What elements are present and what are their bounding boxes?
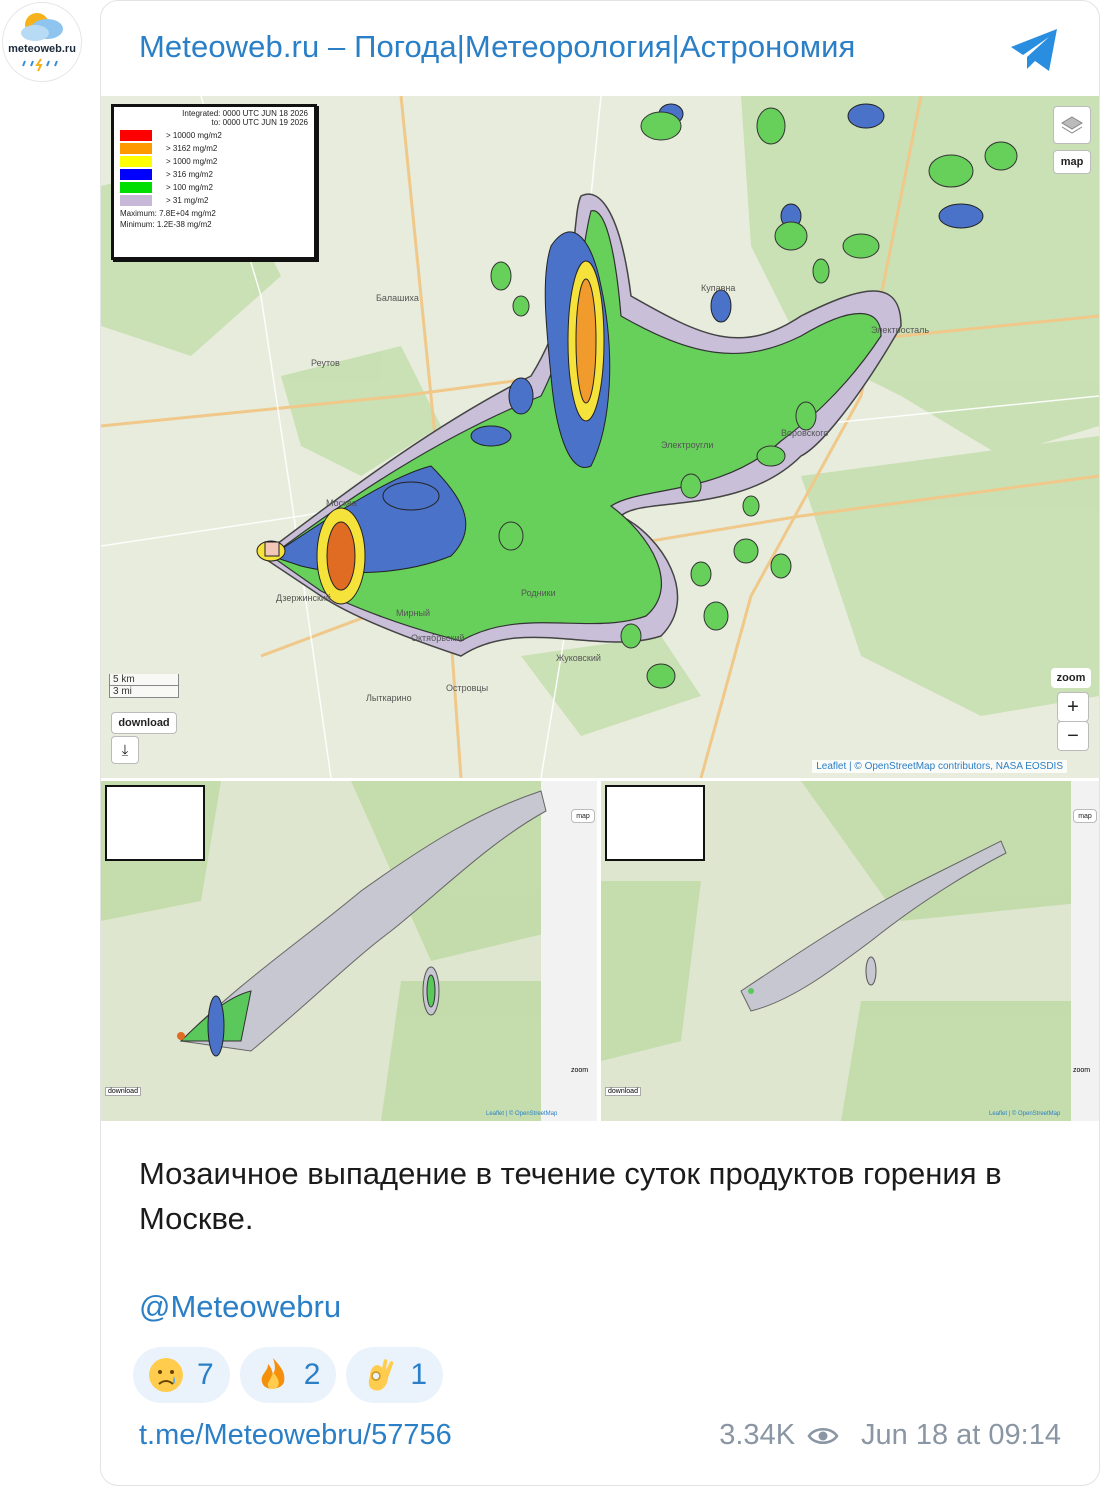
post-card: Meteoweb.ru – Погода|Метеорология|Астрон… [100, 0, 1100, 1486]
channel-handle-link[interactable]: @Meteowebru [139, 1289, 341, 1325]
scale-mi: 3 mi [109, 686, 179, 698]
legend-label: > 100 mg/m2 [166, 183, 213, 192]
channel-avatar[interactable]: meteoweb.ru [2, 2, 82, 82]
download-button[interactable]: download [111, 712, 177, 734]
download-icon[interactable]: ⤓ [111, 736, 139, 764]
legend-maximum: Maximum: 7.8E+04 mg/m2 [120, 209, 216, 218]
svg-text:Дзержинский: Дзержинский [276, 593, 331, 603]
legend-entry: > 3162 mg/m2 [114, 142, 314, 155]
svg-text:Жуковский: Жуковский [556, 653, 601, 663]
map-attribution: Leaflet | © OpenStreetMap contributors, … [812, 760, 1067, 773]
svg-text:Мирный: Мирный [396, 608, 430, 618]
views-count: 3.34K [719, 1419, 796, 1451]
reaction-count: 2 [303, 1358, 321, 1391]
legend-entries: > 10000 mg/m2 > 3162 mg/m2 > 1000 mg/m2 > 3… [114, 129, 314, 207]
fire-icon [261, 1358, 285, 1389]
scale-bar: 5 km 3 mi [109, 674, 179, 698]
svg-text:Купавна: Купавна [701, 283, 735, 293]
zoom-in-button[interactable]: + [1057, 692, 1089, 722]
reaction-ok-hand[interactable]: 1 [346, 1347, 444, 1403]
sub-attribution-2: Leaflet | © OpenStreetMap [989, 1111, 1061, 1117]
post-date: Jun 18 at 09:14 [861, 1419, 1061, 1451]
sub-map-toggle-2[interactable]: map [1073, 809, 1097, 823]
legend-label: > 31 mg/m2 [166, 196, 209, 205]
legend-label: > 316 mg/m2 [166, 170, 213, 179]
legend-swatch [120, 130, 152, 141]
avatar-brand-text: meteoweb.ru [8, 43, 76, 55]
sub-map-image-2[interactable]: map download zoom Leaflet | © OpenStreet… [601, 781, 1099, 1121]
legend-minimum: Minimum: 1.2E-38 mg/m2 [120, 220, 212, 229]
reaction-fire[interactable]: 2 [239, 1347, 337, 1403]
legend-integrated-to: to: 0000 UTC JUN 19 2026 [211, 118, 309, 127]
post-link[interactable]: t.me/Meteowebru/57756 [139, 1419, 452, 1452]
zoom-out-button[interactable]: − [1057, 721, 1089, 751]
legend-entry: > 10000 mg/m2 [114, 129, 314, 142]
legend-entry: > 31 mg/m2 [114, 194, 314, 207]
telegram-icon[interactable] [1007, 25, 1063, 75]
weather-logo-icon [21, 13, 63, 72]
ok-hand-icon [369, 1359, 394, 1391]
svg-text:Родники: Родники [521, 588, 556, 598]
layers-icon [1061, 116, 1083, 134]
legend-swatch [120, 182, 152, 193]
sub-zoom-label-2: zoom [1073, 1067, 1091, 1074]
legend-entry: > 1000 mg/m2 [114, 155, 314, 168]
legend-label: > 10000 mg/m2 [166, 131, 222, 140]
svg-text:Островцы: Островцы [446, 683, 488, 693]
map-toggle-button[interactable]: map [1053, 150, 1091, 174]
map-legend: Integrated: 0000 UTC JUN 18 2026 to: 000… [111, 104, 317, 260]
legend-entry: > 316 mg/m2 [114, 168, 314, 181]
main-map-image[interactable]: Балашиха Реутов Купавна Электросталь Эле… [101, 96, 1099, 778]
sub-legend-1 [105, 785, 205, 861]
sub-map-toggle-1[interactable]: map [571, 809, 595, 823]
svg-text:Балашиха: Балашиха [376, 293, 419, 303]
sub-download-1[interactable]: download [105, 1087, 141, 1096]
svg-text:Электроугли: Электроугли [661, 440, 713, 450]
legend-integrated-from: Integrated: 0000 UTC JUN 18 2026 [182, 109, 308, 118]
legend-swatch [120, 143, 152, 154]
eye-icon [807, 1427, 839, 1444]
svg-text:Октябрьский: Октябрьский [411, 633, 464, 643]
legend-entry: > 100 mg/m2 [114, 181, 314, 194]
sub-map-image-1[interactable]: map download zoom Leaflet | © OpenStreet… [101, 781, 597, 1121]
layers-button[interactable] [1053, 106, 1091, 144]
reactions-bar: 7 2 1 [133, 1347, 444, 1403]
svg-text:Реутов: Реутов [311, 358, 340, 368]
reaction-crying[interactable]: 7 [133, 1347, 230, 1403]
sub-legend-2 [605, 785, 705, 861]
legend-label: > 3162 mg/m2 [166, 144, 218, 153]
zoom-label: zoom [1051, 668, 1091, 688]
legend-swatch [120, 195, 152, 206]
legend-swatch [120, 156, 152, 167]
crying-face-icon [149, 1358, 183, 1392]
reaction-count: 1 [410, 1358, 428, 1391]
post-caption: Мозаичное выпадение в течение суток прод… [139, 1156, 1002, 1236]
svg-text:Лыткарино: Лыткарино [366, 693, 412, 703]
legend-swatch [120, 169, 152, 180]
sub-zoom-label-1: zoom [571, 1067, 589, 1074]
post-meta: 3.34K Jun 18 at 09:14 [719, 1419, 1061, 1452]
svg-text:Электросталь: Электросталь [871, 325, 929, 335]
scale-km: 5 km [109, 674, 179, 686]
svg-text:Москва: Москва [326, 498, 357, 508]
sub-download-2[interactable]: download [605, 1087, 641, 1096]
legend-label: > 1000 mg/m2 [166, 157, 218, 166]
svg-text:Воровского: Воровского [781, 428, 828, 438]
sub-attribution-1: Leaflet | © OpenStreetMap [486, 1111, 558, 1117]
channel-title[interactable]: Meteoweb.ru – Погода|Метеорология|Астрон… [139, 29, 855, 65]
reaction-count: 7 [197, 1358, 214, 1391]
